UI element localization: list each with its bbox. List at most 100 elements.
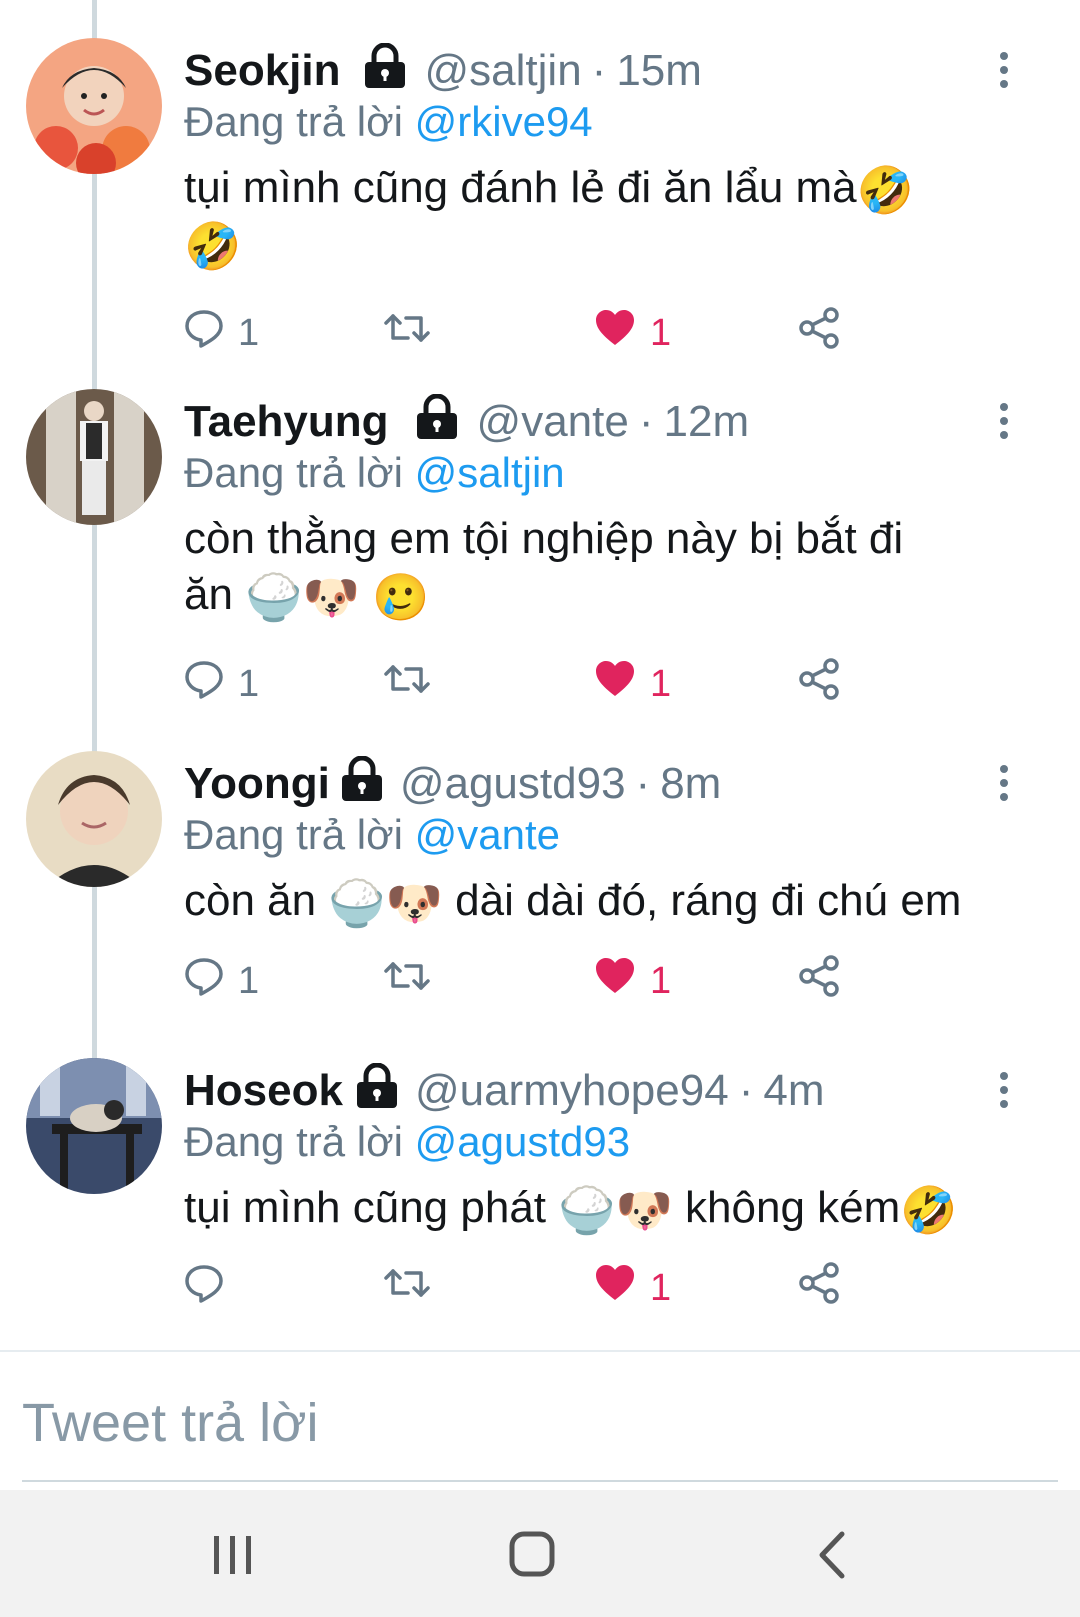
like-button[interactable]: 1 bbox=[594, 308, 671, 358]
mention-link[interactable]: @saltjin bbox=[415, 449, 565, 496]
tweet-header: Yoongi @agustd93 · 8m bbox=[184, 753, 721, 815]
share-nodes-icon bbox=[798, 658, 840, 710]
user-handle[interactable]: @saltjin bbox=[425, 46, 582, 96]
reply-count: 1 bbox=[238, 662, 260, 705]
speech-bubble-icon bbox=[184, 1263, 224, 1313]
tweet-actions: 1 1 bbox=[184, 955, 884, 1007]
rofl-emoji: 🤣 bbox=[184, 220, 242, 273]
recent-apps-icon[interactable] bbox=[202, 1530, 262, 1580]
avatar[interactable] bbox=[26, 389, 162, 525]
vertical-dots-icon[interactable] bbox=[992, 763, 1016, 803]
rice-dog-emoji: 🍚🐶 bbox=[328, 877, 443, 930]
tweet-text: còn thằng em tội nghiệp này bị bắt đi ăn… bbox=[184, 511, 1044, 623]
heart-icon bbox=[594, 1263, 636, 1313]
vertical-dots-icon[interactable] bbox=[992, 50, 1016, 90]
display-name[interactable]: Seokjin bbox=[184, 46, 341, 96]
tweet-actions: 1 bbox=[184, 1262, 884, 1313]
share-button[interactable] bbox=[798, 307, 840, 359]
like-button[interactable]: 1 bbox=[594, 659, 671, 709]
tweet-text: tụi mình cũng đánh lẻ đi ăn lẩu mà🤣 🤣 bbox=[184, 160, 1044, 272]
reply-composer: Tweet trả lời bbox=[0, 1350, 1080, 1470]
timestamp[interactable]: 4m bbox=[763, 1066, 824, 1116]
tweet-text-part: tụi mình cũng đánh lẻ đi ăn lẩu mà bbox=[184, 163, 857, 212]
rofl-emoji: 🤣 bbox=[856, 164, 914, 217]
reply-input-underline bbox=[22, 1480, 1058, 1482]
replying-to: Đang trả lời @saltjin bbox=[184, 449, 565, 497]
avatar[interactable] bbox=[26, 38, 162, 174]
mention-link[interactable]: @agustd93 bbox=[415, 1118, 630, 1165]
tweet-text-part: còn thằng em tội nghiệp này bị bắt đi bbox=[184, 514, 904, 563]
heart-icon bbox=[594, 308, 636, 358]
reply-input[interactable]: Tweet trả lời bbox=[22, 1392, 319, 1454]
tweet-header: Taehyung @vante · 12m bbox=[184, 391, 749, 453]
tweet-actions: 1 1 bbox=[184, 307, 884, 359]
tweet-header: Hoseok @uarmyhope94 · 4m bbox=[184, 1060, 824, 1122]
home-icon[interactable] bbox=[506, 1530, 566, 1580]
avatar[interactable] bbox=[26, 751, 162, 887]
vertical-dots-icon[interactable] bbox=[992, 401, 1016, 441]
tweet-text: tụi mình cũng phát 🍚🐶 không kém🤣 bbox=[184, 1180, 1044, 1236]
share-button[interactable] bbox=[798, 955, 840, 1007]
system-navigation-bar bbox=[0, 1490, 1080, 1617]
share-nodes-icon bbox=[798, 307, 840, 359]
timestamp[interactable]: 12m bbox=[664, 397, 750, 447]
rice-dog-emoji: 🍚🐶 bbox=[245, 571, 360, 624]
back-chevron-icon[interactable] bbox=[812, 1530, 872, 1580]
retweet-arrows-icon bbox=[384, 1263, 430, 1313]
lock-icon bbox=[415, 393, 459, 451]
display-name[interactable]: Taehyung bbox=[184, 397, 389, 447]
reply-count: 1 bbox=[238, 311, 260, 354]
tweet-text-part: ăn bbox=[184, 570, 233, 619]
replying-to-label: Đang trả lời bbox=[184, 98, 403, 145]
share-button[interactable] bbox=[798, 658, 840, 710]
heart-icon bbox=[594, 659, 636, 709]
retweet-button[interactable] bbox=[384, 956, 430, 1006]
retweet-button[interactable] bbox=[384, 1263, 430, 1313]
timestamp[interactable]: 8m bbox=[660, 759, 721, 809]
separator-dot: · bbox=[738, 1066, 754, 1115]
like-count: 1 bbox=[650, 1266, 672, 1309]
like-button[interactable]: 1 bbox=[594, 956, 671, 1006]
mention-link[interactable]: @rkive94 bbox=[415, 98, 593, 145]
replying-to: Đang trả lời @vante bbox=[184, 811, 560, 859]
like-button[interactable]: 1 bbox=[594, 1263, 671, 1313]
lock-icon bbox=[355, 1062, 399, 1120]
user-handle[interactable]: @vante bbox=[477, 397, 629, 447]
like-count: 1 bbox=[650, 311, 672, 354]
reply-count: 1 bbox=[238, 959, 260, 1002]
display-name[interactable]: Yoongi bbox=[184, 759, 330, 809]
avatar[interactable] bbox=[26, 1058, 162, 1194]
retweet-arrows-icon bbox=[384, 308, 430, 358]
mention-link[interactable]: @vante bbox=[415, 811, 560, 858]
retweet-arrows-icon bbox=[384, 659, 430, 709]
retweet-button[interactable] bbox=[384, 308, 430, 358]
tweet-text-part: dài dài đó, ráng đi chú em bbox=[455, 876, 962, 925]
speech-bubble-icon bbox=[184, 659, 224, 709]
rice-dog-emoji: 🍚🐶 bbox=[558, 1184, 673, 1237]
reply-button[interactable]: 1 bbox=[184, 659, 259, 709]
share-button[interactable] bbox=[798, 1262, 840, 1313]
tweet-text-part: không kém bbox=[685, 1183, 901, 1232]
replying-to: Đang trả lời @rkive94 bbox=[184, 98, 593, 146]
user-handle[interactable]: @agustd93 bbox=[400, 759, 626, 809]
tweet-header: Seokjin @saltjin · 15m bbox=[184, 40, 702, 102]
like-count: 1 bbox=[650, 959, 672, 1002]
separator-dot: · bbox=[591, 46, 607, 95]
timestamp[interactable]: 15m bbox=[616, 46, 702, 96]
share-nodes-icon bbox=[798, 955, 840, 1007]
tweet-text-part: còn ăn bbox=[184, 876, 317, 925]
reply-button[interactable] bbox=[184, 1263, 238, 1313]
heart-icon bbox=[594, 956, 636, 1006]
user-handle[interactable]: @uarmyhope94 bbox=[415, 1066, 729, 1116]
separator-dot: · bbox=[638, 397, 654, 446]
lock-icon bbox=[340, 755, 384, 813]
rofl-emoji: 🤣 bbox=[900, 1184, 958, 1237]
like-count: 1 bbox=[650, 662, 672, 705]
display-name[interactable]: Hoseok bbox=[184, 1066, 343, 1116]
vertical-dots-icon[interactable] bbox=[992, 1070, 1016, 1110]
reply-button[interactable]: 1 bbox=[184, 956, 259, 1006]
replying-to-label: Đang trả lời bbox=[184, 1118, 403, 1165]
reply-button[interactable]: 1 bbox=[184, 308, 259, 358]
separator-dot: · bbox=[635, 759, 651, 808]
retweet-button[interactable] bbox=[384, 659, 430, 709]
